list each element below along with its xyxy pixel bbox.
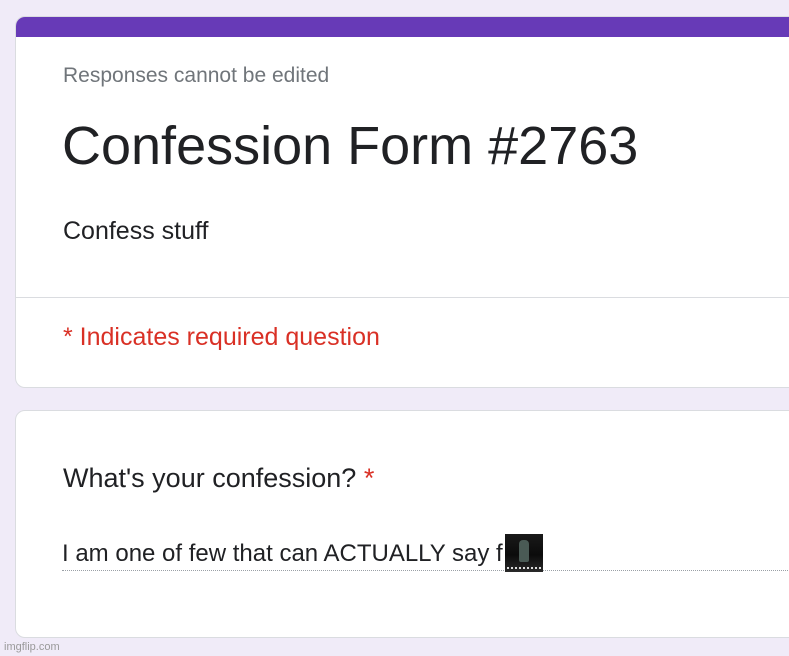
edit-note: Responses cannot be edited [63, 64, 330, 87]
question-text: What's your confession? [63, 463, 357, 493]
answer-field[interactable]: I am one of few that can ACTUALLY say f [62, 529, 789, 572]
form-header-card: Responses cannot be edited Confession Fo… [15, 16, 789, 388]
required-note: * Indicates required question [63, 323, 380, 351]
answer-text: I am one of few that can ACTUALLY say f [62, 540, 503, 567]
divider [16, 297, 789, 298]
embedded-image-icon [504, 534, 543, 572]
form-description: Confess stuff [63, 217, 209, 245]
watermark: imgflip.com [4, 641, 60, 653]
required-asterisk: * [363, 463, 375, 493]
question-label: What's your confession? * [63, 463, 374, 494]
form-page: Responses cannot be edited Confession Fo… [0, 0, 789, 656]
form-title: Confession Form #2763 [62, 116, 639, 176]
accent-bar [16, 17, 789, 37]
question-card: What's your confession? * I am one of fe… [15, 410, 789, 638]
